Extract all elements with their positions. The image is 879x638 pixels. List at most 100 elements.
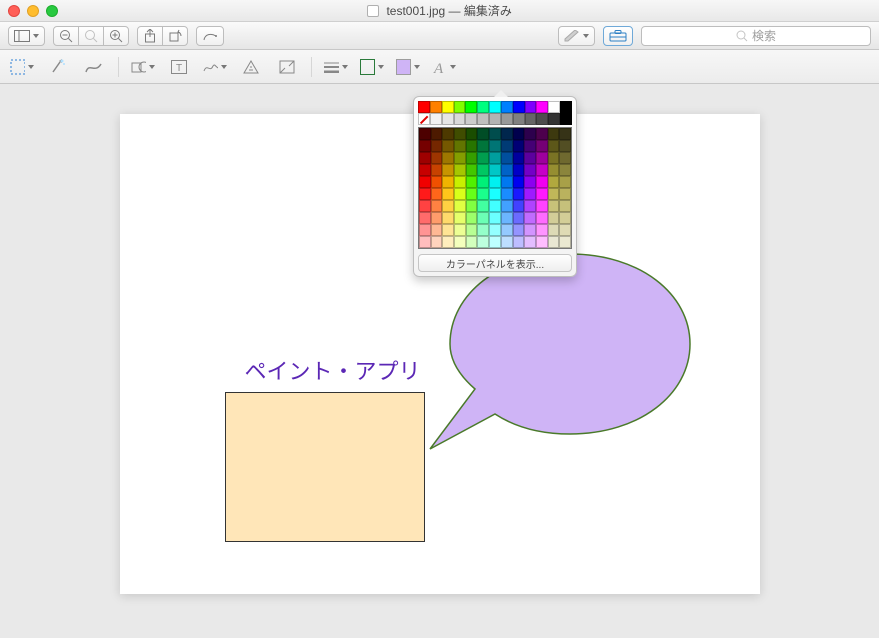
- color-swatch[interactable]: [559, 152, 571, 164]
- zoom-in-button[interactable]: [103, 26, 129, 46]
- color-swatch[interactable]: [513, 164, 525, 176]
- line-style-tool[interactable]: [324, 56, 348, 78]
- color-swatch[interactable]: [524, 152, 536, 164]
- color-swatch[interactable]: [454, 164, 466, 176]
- color-swatch[interactable]: [536, 224, 548, 236]
- toolbox-button[interactable]: [603, 26, 633, 46]
- color-swatch[interactable]: [536, 140, 548, 152]
- color-swatch[interactable]: [477, 101, 489, 113]
- color-swatch[interactable]: [431, 188, 443, 200]
- color-swatch[interactable]: [431, 128, 443, 140]
- color-swatch[interactable]: [501, 188, 513, 200]
- color-swatch[interactable]: [430, 101, 442, 113]
- color-swatch[interactable]: [489, 236, 501, 248]
- color-swatch[interactable]: [513, 113, 525, 125]
- color-swatch[interactable]: [559, 200, 571, 212]
- color-swatch[interactable]: [477, 176, 489, 188]
- color-swatch[interactable]: [477, 152, 489, 164]
- edit-button[interactable]: [558, 26, 595, 46]
- color-swatch[interactable]: [513, 176, 525, 188]
- color-swatch[interactable]: [559, 236, 571, 248]
- color-swatch[interactable]: [489, 200, 501, 212]
- color-swatch[interactable]: [489, 101, 501, 113]
- color-swatch[interactable]: [431, 224, 443, 236]
- close-window-button[interactable]: [8, 5, 20, 17]
- color-swatch[interactable]: [454, 200, 466, 212]
- color-swatch[interactable]: [501, 101, 513, 113]
- color-swatch[interactable]: [477, 188, 489, 200]
- color-swatch[interactable]: [513, 224, 525, 236]
- color-swatch[interactable]: [466, 212, 478, 224]
- color-swatch[interactable]: [466, 200, 478, 212]
- color-swatch[interactable]: [454, 212, 466, 224]
- color-swatch[interactable]: [536, 176, 548, 188]
- color-swatch[interactable]: [501, 200, 513, 212]
- color-swatch[interactable]: [454, 224, 466, 236]
- color-swatch[interactable]: [419, 176, 431, 188]
- color-swatch[interactable]: [466, 224, 478, 236]
- color-swatch[interactable]: [489, 140, 501, 152]
- color-swatch[interactable]: [559, 140, 571, 152]
- color-swatch[interactable]: [431, 236, 443, 248]
- color-swatch[interactable]: [419, 212, 431, 224]
- color-swatch[interactable]: [454, 128, 466, 140]
- adjust-size-tool[interactable]: [275, 56, 299, 78]
- color-swatch[interactable]: [524, 140, 536, 152]
- share-button[interactable]: [137, 26, 163, 46]
- color-swatch[interactable]: [548, 113, 560, 125]
- draw-tool[interactable]: [82, 56, 106, 78]
- zoom-out-button[interactable]: [53, 26, 79, 46]
- color-swatch[interactable]: [559, 188, 571, 200]
- color-swatch[interactable]: [431, 212, 443, 224]
- color-swatch[interactable]: [477, 200, 489, 212]
- color-swatch[interactable]: [559, 128, 571, 140]
- text-tool[interactable]: T: [167, 56, 191, 78]
- color-swatch[interactable]: [524, 164, 536, 176]
- minimize-window-button[interactable]: [27, 5, 39, 17]
- color-swatch[interactable]: [489, 113, 501, 125]
- color-swatch[interactable]: [501, 236, 513, 248]
- color-swatch[interactable]: [442, 176, 454, 188]
- color-swatch[interactable]: [442, 128, 454, 140]
- color-swatch[interactable]: [548, 188, 560, 200]
- color-swatch[interactable]: [442, 188, 454, 200]
- border-color-tool[interactable]: [360, 56, 384, 78]
- color-swatch[interactable]: [454, 113, 466, 125]
- color-swatch[interactable]: [548, 224, 560, 236]
- color-swatch[interactable]: [477, 224, 489, 236]
- color-swatch[interactable]: [465, 113, 477, 125]
- color-swatch[interactable]: [536, 200, 548, 212]
- color-swatch[interactable]: [513, 236, 525, 248]
- color-swatch[interactable]: [454, 188, 466, 200]
- color-swatch[interactable]: [548, 164, 560, 176]
- fill-color-tool[interactable]: [396, 56, 420, 78]
- color-swatch[interactable]: [489, 152, 501, 164]
- color-swatch[interactable]: [560, 101, 572, 113]
- color-swatch[interactable]: [560, 113, 572, 125]
- color-swatch[interactable]: [513, 212, 525, 224]
- color-swatch[interactable]: [559, 164, 571, 176]
- markup-button[interactable]: [196, 26, 224, 46]
- color-swatch[interactable]: [536, 128, 548, 140]
- adjust-color-tool[interactable]: [239, 56, 263, 78]
- color-swatch[interactable]: [454, 236, 466, 248]
- color-swatch[interactable]: [431, 200, 443, 212]
- color-swatch[interactable]: [548, 101, 560, 113]
- color-swatch[interactable]: [548, 128, 560, 140]
- color-swatch[interactable]: [442, 200, 454, 212]
- color-swatch[interactable]: [559, 212, 571, 224]
- color-swatch[interactable]: [419, 236, 431, 248]
- color-swatch[interactable]: [418, 101, 430, 113]
- color-swatch[interactable]: [477, 236, 489, 248]
- selection-tool[interactable]: [10, 56, 34, 78]
- color-swatch[interactable]: [419, 164, 431, 176]
- zoom-actual-button[interactable]: [78, 26, 104, 46]
- color-swatch[interactable]: [501, 113, 513, 125]
- color-swatch[interactable]: [442, 236, 454, 248]
- color-swatch[interactable]: [477, 140, 489, 152]
- color-swatch[interactable]: [513, 152, 525, 164]
- color-swatch[interactable]: [548, 176, 560, 188]
- color-swatch[interactable]: [559, 224, 571, 236]
- color-swatch[interactable]: [501, 152, 513, 164]
- color-swatch[interactable]: [430, 113, 442, 125]
